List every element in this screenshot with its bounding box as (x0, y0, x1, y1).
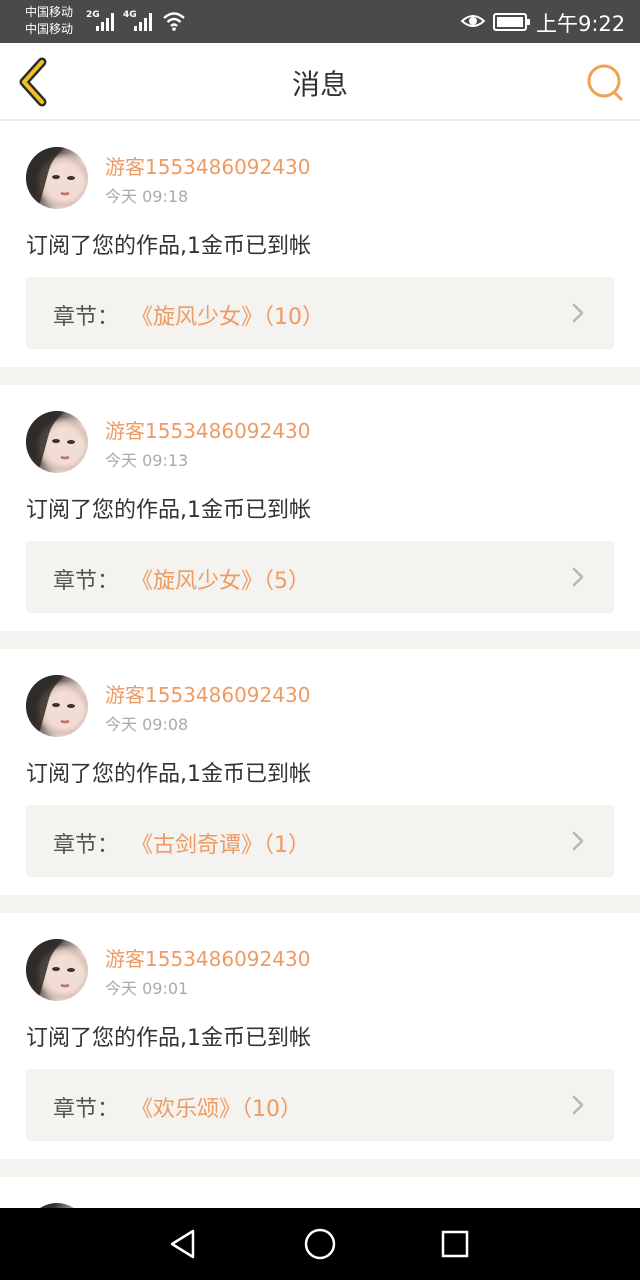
signal-icon-1 (96, 11, 118, 31)
message-text: 订阅了您的作品,1金币已到帐 (26, 498, 311, 523)
chevron-right-icon (572, 303, 584, 323)
page-title: 消息 (291, 68, 348, 101)
chapter-value: 《古剑奇谭》（1） (131, 833, 310, 858)
carrier-1: 中国移动 (25, 5, 74, 19)
message-time: 今天 09:18 (105, 187, 189, 206)
eye-icon (461, 15, 485, 27)
sender-name: 游客1553486092430 (105, 947, 311, 971)
status-bar: 中国移动 中国移动 2G 4G 上午9:22 (0, 0, 640, 43)
system-recents-button[interactable] (437, 1226, 473, 1262)
chapter-link[interactable]: 章节： 《旋风少女》（10） (26, 277, 614, 349)
message-item[interactable]: 游客1553486092430 今天 09:13 订阅了您的作品,1金币已到帐 … (0, 385, 640, 631)
system-nav-bar (0, 1208, 640, 1280)
avatar[interactable] (26, 411, 88, 473)
sender-name: 游客1553486092430 (105, 419, 311, 443)
signal-icon-2 (134, 11, 156, 31)
search-icon (587, 64, 623, 101)
message-time: 今天 09:08 (105, 715, 189, 734)
chapter-value: 《旋风少女》（10） (131, 305, 324, 330)
chapter-link[interactable]: 章节： 《古剑奇谭》（1） (26, 805, 614, 877)
message-text: 订阅了您的作品,1金币已到帐 (26, 1026, 311, 1051)
nav-bar: 消息 (0, 43, 640, 121)
avatar[interactable] (26, 147, 88, 209)
chapter-value: 《旋风少女》（5） (131, 569, 310, 594)
status-time: 上午9:22 (536, 12, 626, 36)
chevron-right-icon (572, 1095, 584, 1115)
triangle-back-icon (170, 1229, 195, 1259)
message-time: 今天 09:01 (105, 979, 189, 998)
chapter-link[interactable]: 章节： 《旋风少女》（5） (26, 541, 614, 613)
wifi-icon (163, 12, 185, 31)
message-item[interactable]: 游客1553486092430 今天 09:08 订阅了您的作品,1金币已到帐 … (0, 649, 640, 895)
message-item[interactable]: 游客1553486092430 今天 09:01 订阅了您的作品,1金币已到帐 … (0, 913, 640, 1159)
sender-name: 游客1553486092430 (105, 683, 311, 707)
message-list[interactable]: 游客1553486092430 今天 09:18 订阅了您的作品,1金币已到帐 … (0, 121, 640, 1208)
message-text: 订阅了您的作品,1金币已到帐 (26, 762, 311, 787)
chapter-value: 《欢乐颂》（10） (131, 1097, 302, 1122)
carrier-2: 中国移动 (25, 22, 74, 36)
chapter-label: 章节： (53, 305, 120, 330)
battery-icon (493, 13, 530, 31)
chapter-label: 章节： (53, 833, 120, 858)
chevron-right-icon (572, 831, 584, 851)
message-item[interactable]: 游客1553486092430 今天 09:18 订阅了您的作品,1金币已到帐 … (0, 121, 640, 367)
message-item-partial[interactable] (0, 1177, 640, 1208)
square-recents-icon (441, 1230, 469, 1258)
sender-name: 游客1553486092430 (105, 155, 311, 179)
system-back-button[interactable] (165, 1226, 201, 1262)
message-time: 今天 09:13 (105, 451, 189, 470)
chapter-label: 章节： (53, 1097, 120, 1122)
avatar[interactable] (26, 675, 88, 737)
chevron-right-icon (572, 567, 584, 587)
message-text: 订阅了您的作品,1金币已到帐 (26, 234, 311, 259)
search-button[interactable] (584, 61, 628, 105)
chapter-link[interactable]: 章节： 《欢乐颂》（10） (26, 1069, 614, 1141)
avatar[interactable] (26, 939, 88, 1001)
circle-home-icon (304, 1228, 336, 1260)
carrier-info: 中国移动 中国移动 (25, 4, 73, 38)
chapter-label: 章节： (53, 569, 120, 594)
system-home-button[interactable] (302, 1226, 338, 1262)
